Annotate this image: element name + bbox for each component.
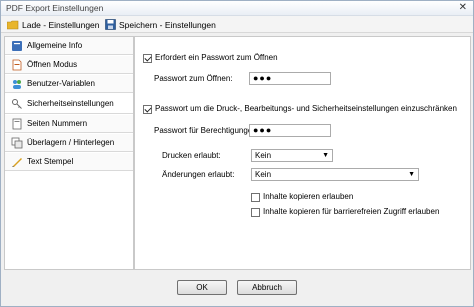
title-bar: PDF Export Einstellungen ✕: [1, 1, 473, 16]
users-icon: [13, 79, 21, 89]
ok-button[interactable]: OK: [177, 280, 227, 295]
changes-allowed-select[interactable]: Kein ▼: [251, 168, 419, 181]
sidebar-item-label: Überlagern / Hinterlegen: [27, 138, 115, 147]
chevron-down-icon: ▼: [408, 171, 415, 178]
cancel-button[interactable]: Abbruch: [237, 280, 297, 295]
stamp-icon: [12, 157, 22, 167]
toolbar: Lade - Einstellungen Speichern - Einstel…: [1, 16, 473, 33]
sidebar-item-label: Allgemeine Info: [27, 41, 83, 50]
folder-icon: [7, 20, 19, 29]
changes-allowed-value: Kein: [255, 170, 272, 179]
save-settings-label: Speichern - Einstellungen: [119, 19, 216, 30]
page-icon: [12, 118, 22, 129]
open-password-label: Passwort zum Öffnen:: [154, 74, 233, 83]
chevron-down-icon: ▼: [322, 152, 329, 159]
copy-accessible-checkbox[interactable]: [251, 208, 260, 217]
print-allowed-select[interactable]: Kein ▼: [251, 149, 333, 162]
sidebar-item-label: Text Stempel: [27, 157, 74, 166]
load-settings-button[interactable]: Lade - Einstellungen: [7, 18, 100, 31]
open-password-checkbox-label: Erfordert ein Passwort zum Öffnen: [155, 53, 278, 62]
sidebar-item-label: Benutzer-Variablen: [27, 79, 95, 88]
copy-accessible-label: Inhalte kopieren für barrierefreien Zugr…: [263, 207, 440, 216]
sidebar-item-overlay[interactable]: Überlagern / Hinterlegen: [5, 134, 133, 152]
sidebar-item-page-numbers[interactable]: Seiten Nummern: [5, 115, 133, 133]
layers-icon: [11, 137, 23, 148]
permissions-password-checkbox[interactable]: [143, 105, 152, 114]
print-allowed-label: Drucken erlaubt:: [162, 151, 221, 160]
sidebar-item-label: Öffnen Modus: [27, 60, 78, 69]
sidebar-item-user-variables[interactable]: Benutzer-Variablen: [5, 75, 133, 93]
save-settings-button[interactable]: Speichern - Einstellungen: [105, 18, 216, 31]
window-title: PDF Export Einstellungen: [6, 3, 104, 13]
sidebar-item-security[interactable]: Sicherheitseinstellungen: [5, 94, 133, 114]
sidebar-item-text-stamp[interactable]: Text Stempel: [5, 153, 133, 171]
changes-allowed-label: Änderungen erlaubt:: [162, 170, 235, 179]
load-settings-label: Lade - Einstellungen: [22, 19, 100, 30]
key-icon: [12, 98, 22, 109]
copy-content-checkbox[interactable]: [251, 193, 260, 202]
sidebar: Allgemeine Info Öffnen Modus Benutzer-Va…: [4, 36, 134, 270]
security-settings-panel: Erfordert ein Passwort zum Öffnen Passwo…: [134, 36, 471, 270]
permissions-checkbox-label: Passwort um die Druck-, Bearbeitungs- un…: [155, 104, 457, 113]
sidebar-item-open-mode[interactable]: Öffnen Modus: [5, 56, 133, 74]
print-allowed-value: Kein: [255, 151, 272, 160]
document-icon: [12, 59, 22, 70]
book-icon: [12, 40, 22, 51]
open-password-checkbox[interactable]: [143, 54, 152, 63]
sidebar-item-label: Sicherheitseinstellungen: [27, 99, 114, 108]
open-password-field[interactable]: ●●●: [249, 72, 331, 85]
permissions-password-label: Passwort für Berechtigungen:: [154, 126, 259, 135]
copy-content-label: Inhalte kopieren erlauben: [263, 192, 354, 201]
permissions-password-field[interactable]: ●●●: [249, 124, 331, 137]
sidebar-item-label: Seiten Nummern: [27, 119, 88, 128]
sidebar-item-general-info[interactable]: Allgemeine Info: [5, 37, 133, 55]
floppy-disk-icon: [105, 19, 116, 30]
export-settings-window: PDF Export Einstellungen ✕ Lade - Einste…: [0, 0, 474, 307]
close-icon[interactable]: ✕: [459, 2, 467, 13]
